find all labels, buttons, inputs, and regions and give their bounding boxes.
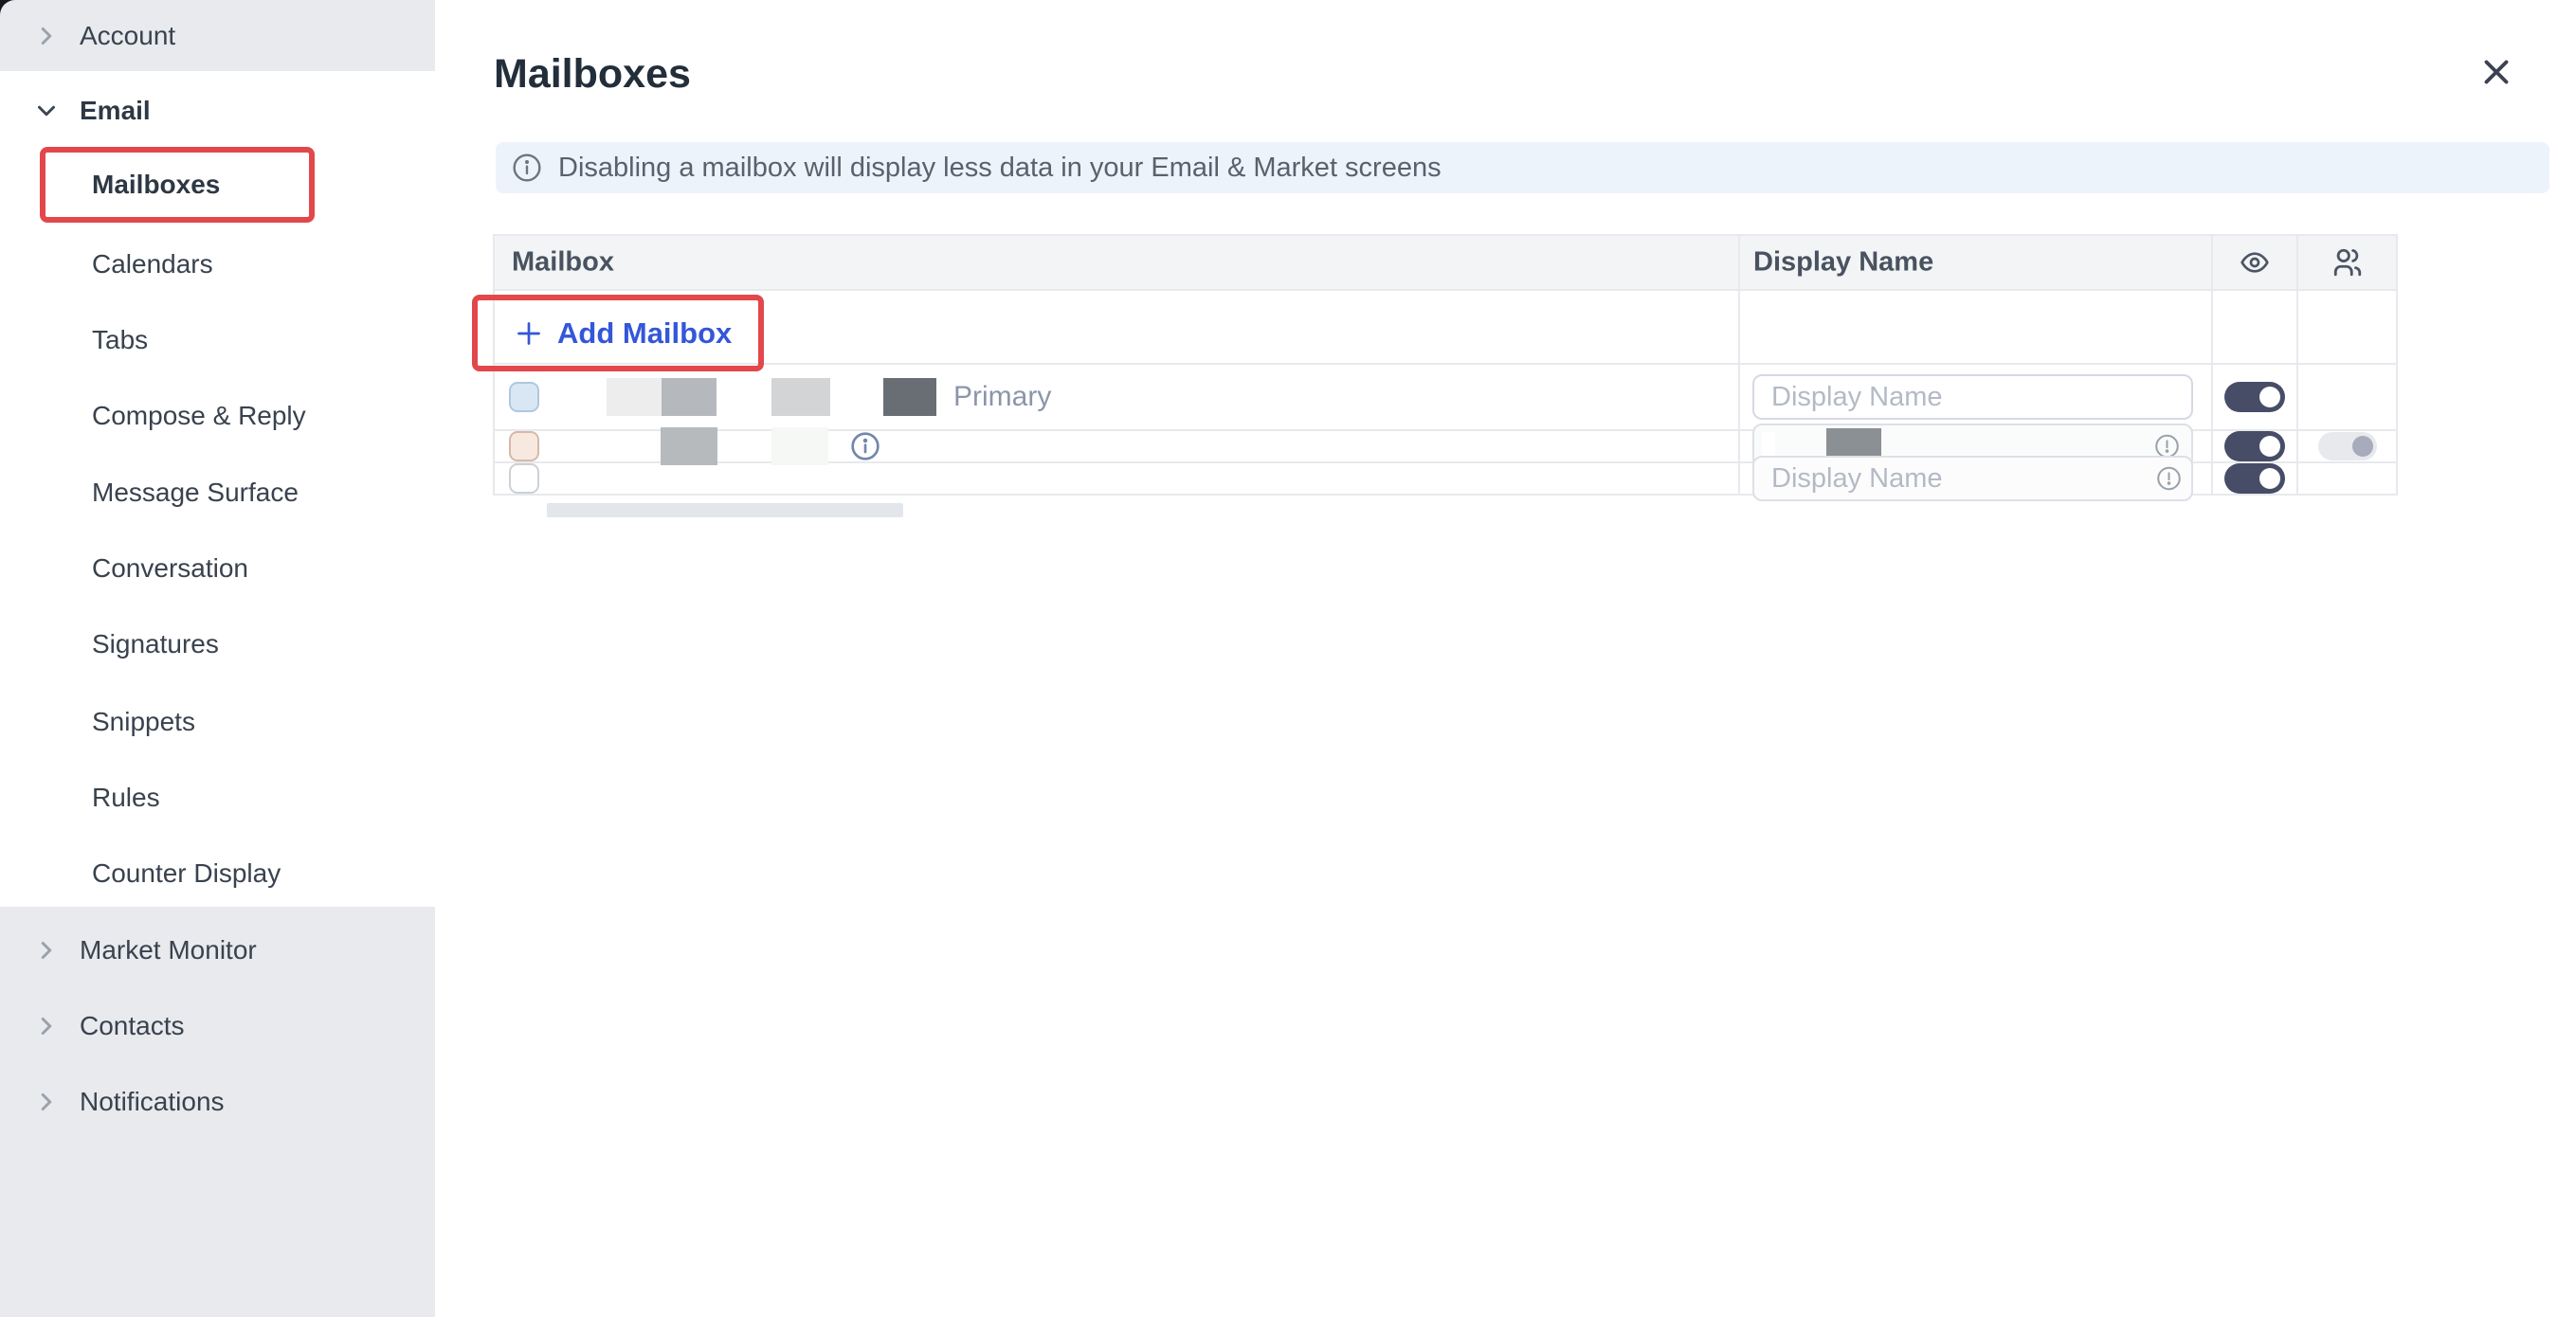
sidebar-item-contacts[interactable]: Contacts [0,1005,435,1047]
mailbox-cell [495,431,1738,461]
settings-sidebar: Account Email Mailboxes Calendars Tabs C… [0,0,435,1317]
users-icon [2331,246,2364,279]
sidebar-item-notifications[interactable]: Notifications [0,1081,435,1123]
redacted-block [771,378,830,416]
column-header-display-name: Display Name [1738,236,2211,289]
primary-badge: Primary [953,381,1051,413]
secondary-toggle-disabled[interactable] [2318,432,2377,460]
table-row: Primary [495,365,2396,431]
visibility-toggle-on[interactable] [2224,382,2285,412]
sidebar-item-label: Mailboxes [92,170,220,200]
sidebar-item-calendars[interactable]: Calendars [0,244,435,285]
visibility-toggle-on[interactable] [2224,431,2285,461]
mailboxes-table: Mailbox Display Name Primary [493,234,2398,496]
redacted-block [883,378,936,416]
redacted-block [607,378,662,416]
sidebar-item-signatures[interactable]: Signatures [0,623,435,665]
info-icon[interactable] [850,431,880,461]
warning-icon [2156,466,2182,492]
sidebar-item-rules[interactable]: Rules [0,777,435,819]
sidebar-item-email[interactable]: Email [0,90,435,132]
display-name-input[interactable] [1752,456,2193,501]
column-header-users[interactable] [2296,236,2396,289]
add-mailbox-label: Add Mailbox [557,316,732,351]
chevron-down-icon [32,97,61,125]
add-mailbox-button-highlighted[interactable]: Add Mailbox [472,295,764,371]
sidebar-item-conversation[interactable]: Conversation [0,548,435,589]
visibility-toggle-on[interactable] [2224,463,2285,494]
sidebar-item-counter-display[interactable]: Counter Display [0,853,435,894]
sidebar-item-compose-reply[interactable]: Compose & Reply [0,395,435,437]
sidebar-item-label: Email [80,96,151,126]
redacted-block [661,427,717,465]
display-name-cell [1738,463,2211,494]
display-name-input[interactable] [1752,374,2193,420]
close-icon [2476,52,2516,92]
mailbox-checkbox[interactable] [509,463,539,494]
sidebar-item-message-surface[interactable]: Message Surface [0,472,435,514]
sidebar-item-account[interactable]: Account [0,0,435,71]
sidebar-item-mailboxes-highlighted[interactable]: Mailboxes [40,147,315,223]
sidebar-item-snippets[interactable]: Snippets [0,701,435,743]
info-banner: Disabling a mailbox will display less da… [496,142,2549,193]
info-icon [512,153,542,183]
sidebar-item-market-monitor[interactable]: Market Monitor [0,929,435,971]
display-name-input-wrap [1752,456,2193,501]
chevron-right-icon [32,1012,61,1040]
display-name-input-wrap [1752,374,2193,420]
display-name-cell [1738,365,2211,429]
chevron-right-icon [32,22,61,50]
chevron-right-icon [32,936,61,965]
column-header-visibility[interactable] [2211,236,2296,289]
redacted-bar [547,503,903,517]
close-button[interactable] [2474,49,2519,95]
mailbox-cell: Primary [495,365,1738,429]
redacted-block [771,427,828,465]
table-row [495,463,2396,494]
banner-text: Disabling a mailbox will display less da… [558,153,1442,184]
sidebar-item-label: Account [80,21,175,51]
page-title: Mailboxes [494,51,691,98]
table-header-row: Mailbox Display Name [495,236,2396,291]
redacted-block [662,378,717,416]
mailbox-cell [495,463,1738,494]
mailbox-checkbox[interactable] [509,431,539,461]
column-header-mailbox: Mailbox [495,236,1738,289]
add-mailbox-row [495,291,2396,365]
chevron-right-icon [32,1088,61,1116]
mailbox-checkbox[interactable] [509,382,539,412]
eye-icon [2240,247,2270,278]
plus-icon [512,316,546,351]
sidebar-item-tabs[interactable]: Tabs [0,319,435,361]
